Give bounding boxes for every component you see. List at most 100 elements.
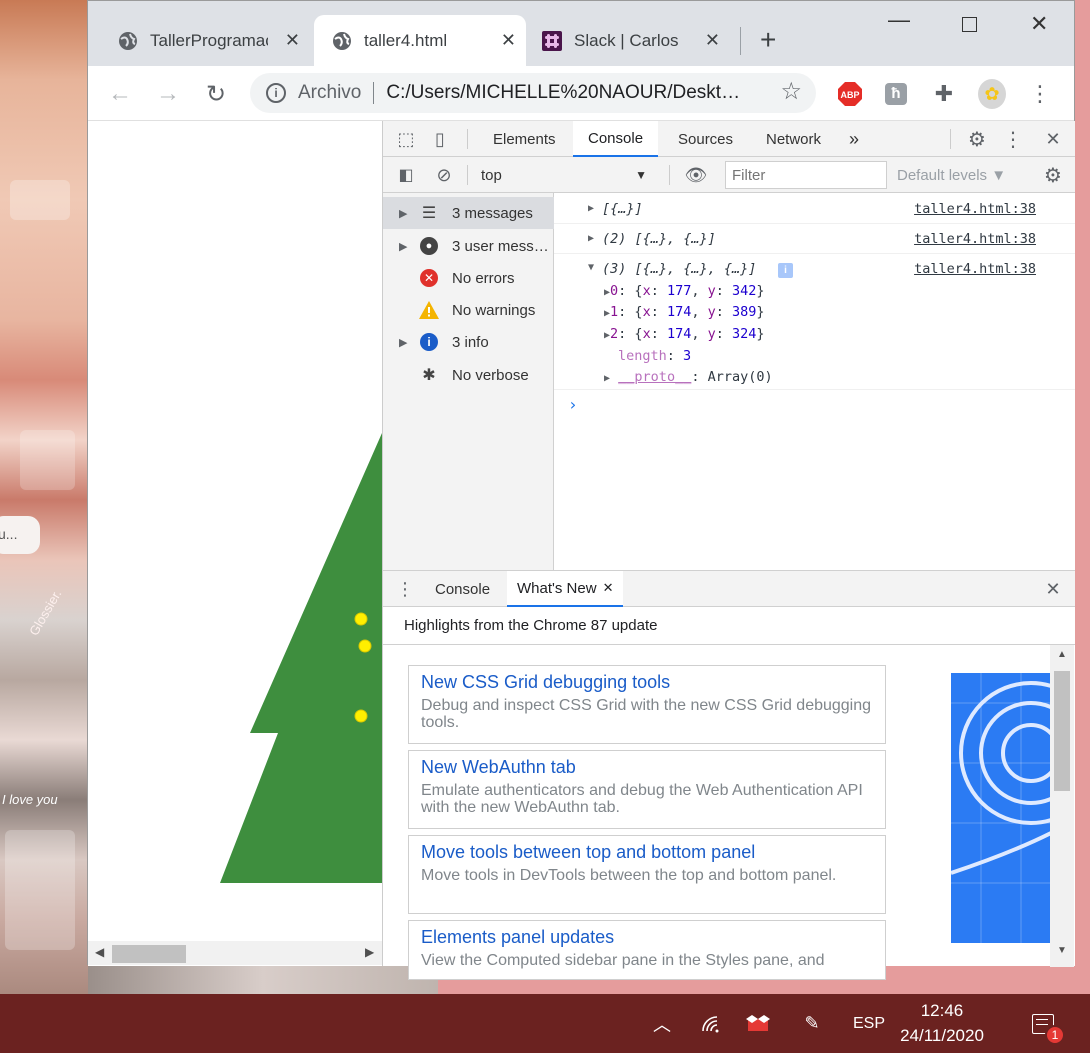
system-clock[interactable]: 12:46 24/11/2020 bbox=[890, 998, 994, 1048]
tab-label: Slack | Carlos Gomez bbox=[574, 30, 682, 50]
warning-icon bbox=[419, 300, 439, 320]
filter-input[interactable] bbox=[725, 161, 887, 189]
feature-card[interactable]: Elements panel updates View the Computed… bbox=[408, 920, 886, 980]
minimize-button[interactable]: — bbox=[888, 7, 910, 33]
close-drawer-tab-icon[interactable]: ✕ bbox=[603, 580, 614, 596]
collapse-triangle-icon[interactable]: ▼ bbox=[588, 262, 594, 273]
more-tabs-button[interactable]: » bbox=[841, 121, 867, 157]
close-tab-icon[interactable]: ✕ bbox=[285, 30, 300, 51]
drawer-tab-whats-new[interactable]: What's New ✕ bbox=[507, 571, 624, 607]
devtools-menu-icon[interactable]: ⋮ bbox=[1003, 121, 1023, 157]
device-toolbar-icon[interactable]: ▯ bbox=[427, 121, 453, 157]
bookmark-star-icon[interactable]: ☆ bbox=[780, 77, 802, 106]
extension-h-icon[interactable]: ħ bbox=[882, 80, 910, 108]
console-message[interactable]: ▶ [{…}] taller4.html:38 bbox=[554, 193, 1075, 224]
context-select[interactable]: top ▼ bbox=[469, 161, 659, 189]
tab-elements[interactable]: Elements bbox=[479, 121, 570, 157]
close-window-button[interactable]: ✕ bbox=[1030, 11, 1048, 37]
sidebar-item-warnings[interactable]: No warnings bbox=[383, 294, 554, 326]
ornament-dot bbox=[358, 639, 372, 653]
feature-title[interactable]: Elements panel updates bbox=[421, 927, 873, 948]
sidebar-item-messages[interactable]: ▶ ☰ 3 messages bbox=[383, 197, 554, 229]
feature-title[interactable]: Move tools between top and bottom panel bbox=[421, 842, 873, 863]
console-prompt[interactable]: › bbox=[568, 395, 578, 414]
console-message-expanded[interactable]: ▼ (3) [{…}, {…}, {…}] i taller4.html:38 … bbox=[554, 254, 1075, 390]
tab-taller4[interactable]: taller4.html ✕ bbox=[314, 15, 526, 66]
item-index: 1 bbox=[610, 304, 619, 320]
scroll-down-arrow-icon[interactable]: ▼ bbox=[1057, 945, 1067, 956]
more-vert-icon[interactable]: ⋮ bbox=[1026, 80, 1054, 108]
close-tab-icon[interactable]: ✕ bbox=[705, 30, 720, 51]
message-source-link[interactable]: taller4.html:38 bbox=[914, 231, 1074, 247]
array-item[interactable]: ▶2: {x: 174, y: 324} bbox=[604, 326, 765, 342]
settings-gear-icon[interactable]: ⚙ bbox=[963, 121, 991, 157]
info-icon[interactable]: i bbox=[266, 83, 286, 103]
sidebar-item-info[interactable]: ▶ i 3 info bbox=[383, 326, 554, 358]
new-tab-button[interactable]: + bbox=[760, 26, 776, 54]
wallpaper-bubble: u... bbox=[0, 516, 40, 554]
wifi-icon[interactable] bbox=[698, 994, 726, 1053]
scrollbar-thumb[interactable] bbox=[1054, 671, 1070, 791]
tab-sources[interactable]: Sources bbox=[665, 121, 746, 157]
back-button[interactable]: ← bbox=[104, 78, 136, 110]
adblock-plus-icon[interactable]: ABP bbox=[836, 80, 864, 108]
expand-triangle-icon[interactable]: ▶ bbox=[604, 373, 610, 384]
tab-tallerprogramacion[interactable]: TallerProgramacion ✕ bbox=[106, 15, 310, 66]
clock-date: 24/11/2020 bbox=[900, 1026, 984, 1045]
dropbox-icon[interactable] bbox=[744, 994, 772, 1053]
expand-triangle-icon[interactable]: ▶ bbox=[588, 203, 594, 214]
array-item[interactable]: ▶1: {x: 174, y: 389} bbox=[604, 304, 765, 320]
drawer-tab-console[interactable]: Console bbox=[423, 571, 502, 607]
scroll-left-arrow-icon[interactable]: ◀ bbox=[95, 945, 104, 959]
horizontal-scrollbar[interactable]: ◀ ▶ bbox=[88, 941, 382, 965]
close-devtools-icon[interactable]: ✕ bbox=[1039, 121, 1067, 157]
tab-console[interactable]: Console bbox=[573, 121, 659, 157]
sidebar-item-verbose[interactable]: ✱ No verbose bbox=[383, 359, 554, 391]
sidebar-toggle-icon[interactable]: ◧ bbox=[393, 157, 419, 193]
array-proto[interactable]: ▶ __proto__: Array(0) bbox=[604, 369, 773, 385]
drawer-menu-icon[interactable]: ⋮ bbox=[395, 571, 415, 607]
puzzle-icon[interactable]: ✚ bbox=[930, 80, 958, 108]
console-settings-gear-icon[interactable]: ⚙ bbox=[1039, 157, 1067, 193]
browser-toolbar: ← → ↻ i Archivo C:/Users/MICHELLE%20NAOU… bbox=[88, 66, 1074, 121]
scrollbar-thumb[interactable] bbox=[112, 945, 186, 963]
expand-arrow-icon[interactable]: ▶ bbox=[399, 207, 407, 220]
close-tab-icon[interactable]: ✕ bbox=[501, 30, 516, 51]
message-source-link[interactable]: taller4.html:38 bbox=[914, 261, 1074, 277]
console-message[interactable]: ▶ (2) [{…}, {…}] taller4.html:38 bbox=[554, 224, 1075, 254]
clear-console-icon[interactable]: ⊘ bbox=[431, 157, 457, 193]
sidebar-item-user-messages[interactable]: ▶ ● 3 user messages bbox=[383, 230, 554, 262]
feature-card[interactable]: New CSS Grid debugging tools Debug and i… bbox=[408, 665, 886, 744]
tab-network[interactable]: Network bbox=[753, 121, 834, 157]
forward-button[interactable]: → bbox=[152, 78, 184, 110]
show-hidden-icons-chevron-icon[interactable]: ︿ bbox=[648, 994, 676, 1053]
feature-title[interactable]: New CSS Grid debugging tools bbox=[421, 672, 873, 693]
reload-button[interactable]: ↻ bbox=[200, 78, 232, 110]
address-bar[interactable]: i Archivo C:/Users/MICHELLE%20NAOUR/Desk… bbox=[250, 73, 816, 113]
log-levels-dropdown[interactable]: Default levels ▼ bbox=[897, 157, 1006, 193]
ornament-dot bbox=[354, 709, 368, 723]
drawer-vertical-scrollbar[interactable]: ▲ ▼ bbox=[1050, 645, 1074, 967]
feature-title[interactable]: New WebAuthn tab bbox=[421, 757, 873, 778]
expand-arrow-icon[interactable]: ▶ bbox=[399, 336, 407, 349]
close-drawer-icon[interactable]: ✕ bbox=[1039, 571, 1067, 607]
message-source-link[interactable]: taller4.html:38 bbox=[914, 201, 1074, 217]
feature-card[interactable]: New WebAuthn tab Emulate authenticators … bbox=[408, 750, 886, 829]
expand-arrow-icon[interactable]: ▶ bbox=[399, 240, 407, 253]
language-indicator[interactable]: ESP bbox=[848, 994, 890, 1053]
wallpaper-text-love: I love you bbox=[2, 792, 58, 807]
info-badge-icon[interactable]: i bbox=[778, 263, 793, 278]
sidebar-item-errors[interactable]: ✕ No errors bbox=[383, 262, 554, 294]
profile-avatar-icon[interactable]: ✿ bbox=[978, 79, 1006, 109]
live-expression-eye-icon[interactable]: 👁 bbox=[681, 157, 711, 193]
inspect-element-icon[interactable]: ⬚ bbox=[393, 121, 419, 157]
scroll-right-arrow-icon[interactable]: ▶ bbox=[365, 945, 374, 959]
notification-center-icon[interactable]: 1 bbox=[1020, 994, 1066, 1053]
tab-slack[interactable]: Slack | Carlos Gomez ✕ bbox=[530, 15, 730, 66]
expand-triangle-icon[interactable]: ▶ bbox=[588, 233, 594, 244]
scroll-up-arrow-icon[interactable]: ▲ bbox=[1057, 649, 1067, 660]
maximize-button[interactable] bbox=[962, 16, 977, 37]
pen-icon[interactable]: ✎ bbox=[798, 994, 826, 1053]
array-item[interactable]: ▶0: {x: 177, y: 342} bbox=[604, 283, 765, 299]
feature-card[interactable]: Move tools between top and bottom panel … bbox=[408, 835, 886, 914]
